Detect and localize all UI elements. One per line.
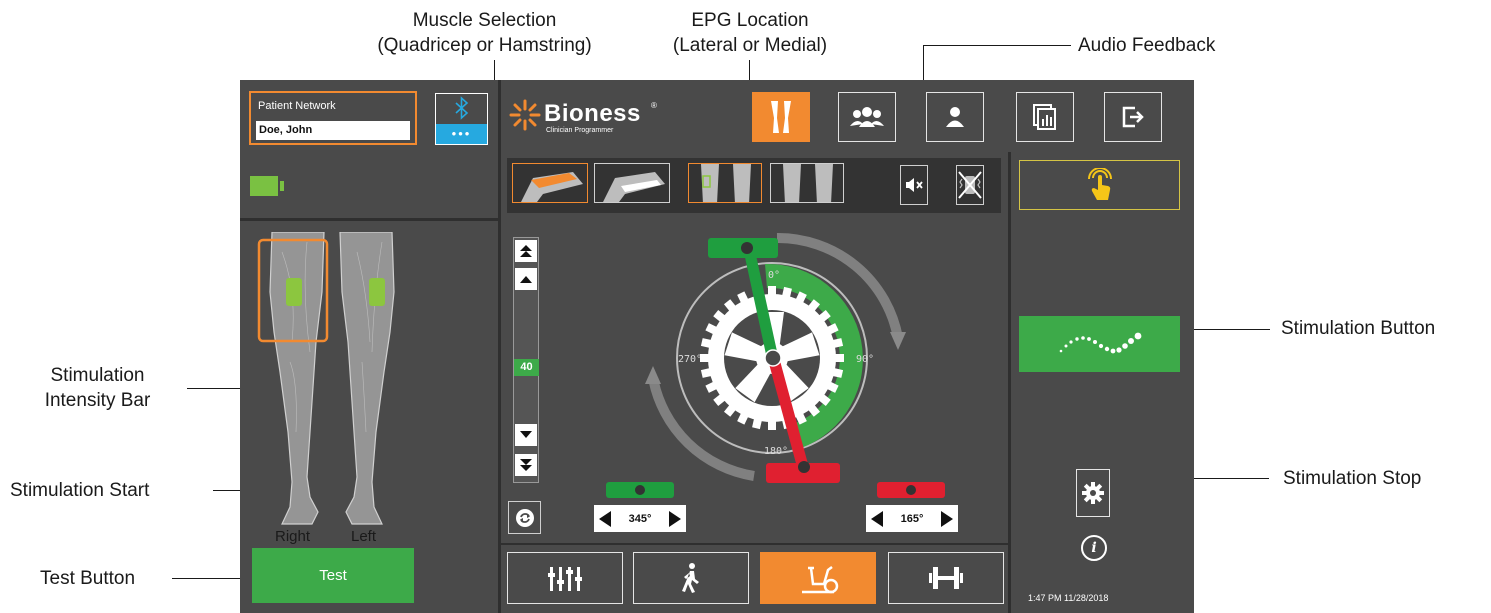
logo-name: Bioness xyxy=(544,100,641,127)
legs-illustration[interactable] xyxy=(252,232,412,532)
up-icon xyxy=(520,276,532,283)
leg-label-right: Right xyxy=(275,528,311,545)
exit-icon xyxy=(1122,106,1144,128)
start-angle-increase-icon[interactable] xyxy=(668,510,681,527)
double-up-icon xyxy=(520,245,532,257)
sliders-icon xyxy=(548,567,582,591)
cycle-diagram[interactable]: 0° 90° 180° 270° xyxy=(620,228,920,493)
test-button[interactable]: Test xyxy=(252,548,414,603)
battery-tip xyxy=(280,181,284,191)
epg-lateral-icon xyxy=(701,164,751,202)
nav-group-button[interactable] xyxy=(838,92,896,142)
walking-icon xyxy=(682,563,699,593)
callout-stimulation-start: Stimulation Start xyxy=(10,480,150,501)
stimulation-start-angle[interactable]: 345° xyxy=(594,505,686,532)
epg-medial-icon xyxy=(783,164,833,202)
user-icon xyxy=(946,107,964,127)
epg-lateral-button[interactable] xyxy=(688,163,762,203)
start-angle-decrease-icon[interactable] xyxy=(599,510,611,527)
stimulation-button[interactable] xyxy=(1019,316,1180,372)
left-panel-divider xyxy=(498,80,501,613)
callout-test-button: Test Button xyxy=(40,568,136,589)
group-icon xyxy=(850,107,884,127)
bottom-nav-hline xyxy=(501,543,1008,545)
info-button[interactable]: i xyxy=(1081,535,1107,561)
muscle-quadricep-button[interactable] xyxy=(512,163,588,203)
callout-stimulation-stop: Stimulation Stop xyxy=(1283,468,1422,489)
quadricep-icon xyxy=(521,172,583,202)
intensity-level-value: 40 xyxy=(514,359,539,376)
muscle-hamstring-button[interactable] xyxy=(594,163,670,203)
callout-stimulation-intensity-bar: Stimulation Intensity Bar xyxy=(44,365,151,411)
patient-network-label: Patient Network xyxy=(258,100,336,112)
bluetooth-button[interactable]: ••• xyxy=(435,93,488,145)
double-down-icon xyxy=(520,459,532,471)
vibration-toggle-button[interactable] xyxy=(956,165,984,205)
mode-walking-button[interactable] xyxy=(633,552,749,604)
legs-icon xyxy=(771,101,791,133)
logo-registered: ® xyxy=(651,101,657,110)
timestamp: 1:47 PM 11/28/2018 xyxy=(1028,593,1109,603)
angle-label-bottom: 180° xyxy=(764,446,788,457)
stimulation-stop-indicator xyxy=(877,482,945,498)
touch-icon xyxy=(1087,168,1112,200)
start-angle-value: 345° xyxy=(628,512,652,525)
refresh-icon xyxy=(515,508,534,527)
audio-mute-button[interactable] xyxy=(900,165,928,205)
gear-icon xyxy=(1082,482,1104,504)
bluetooth-dots: ••• xyxy=(451,126,472,141)
patient-network-field[interactable]: Doe, John xyxy=(256,121,410,140)
callout-epg-location: EPG Location (Lateral or Medial) xyxy=(672,10,828,56)
stimulation-wave-icon xyxy=(1059,332,1141,354)
reset-cycle-button[interactable] xyxy=(508,501,541,534)
leg-label-left: Left xyxy=(351,528,377,545)
logo-mark-icon xyxy=(509,99,541,131)
mode-bike-button[interactable] xyxy=(760,552,876,604)
epg-medial-button[interactable] xyxy=(770,163,844,203)
angle-label-top: 0° xyxy=(768,270,780,281)
report-icon xyxy=(1033,104,1056,130)
angle-label-right: 90° xyxy=(856,354,874,365)
stop-angle-value: 165° xyxy=(900,512,924,525)
electrode-right xyxy=(286,278,302,306)
bluetooth-icon xyxy=(455,96,469,120)
down-icon xyxy=(520,431,532,438)
logo-subtitle: Clinician Programmer xyxy=(546,127,614,134)
mode-settings-button[interactable] xyxy=(507,552,623,604)
touch-control-button[interactable] xyxy=(1019,160,1180,210)
callout-line-audio-h xyxy=(923,45,1071,46)
hamstring-icon xyxy=(603,172,665,202)
stimulation-stop-angle[interactable]: 165° xyxy=(866,505,958,532)
nav-user-button[interactable] xyxy=(926,92,984,142)
crank-hub xyxy=(764,349,782,367)
callout-audio-feedback: Audio Feedback xyxy=(1078,35,1216,56)
nav-legs-button[interactable] xyxy=(752,92,810,142)
stimulation-start-indicator xyxy=(606,482,674,498)
settings-button[interactable] xyxy=(1076,469,1110,517)
bike-icon xyxy=(802,566,839,594)
mute-icon xyxy=(906,178,923,192)
intensity-up-button[interactable] xyxy=(515,268,537,290)
right-panel-divider xyxy=(1008,152,1011,613)
mode-strength-button[interactable] xyxy=(888,552,1004,604)
dumbbell-icon xyxy=(929,567,963,589)
left-panel-hline xyxy=(240,218,498,221)
nav-report-button[interactable] xyxy=(1016,92,1074,142)
angle-label-left: 270° xyxy=(678,354,702,365)
intensity-down-button[interactable] xyxy=(515,424,537,446)
patient-network-box: Patient Network Doe, John xyxy=(249,91,417,145)
vibration-off-icon xyxy=(958,171,982,199)
intensity-min-down-button[interactable] xyxy=(515,454,537,476)
callout-stimulation-button: Stimulation Button xyxy=(1281,318,1436,339)
battery-icon xyxy=(250,176,278,196)
intensity-max-up-button[interactable] xyxy=(515,240,537,262)
stop-angle-decrease-icon[interactable] xyxy=(871,510,883,527)
stop-angle-increase-icon[interactable] xyxy=(940,510,953,527)
electrode-left xyxy=(369,278,385,306)
callout-muscle-selection: Muscle Selection (Quadricep or Hamstring… xyxy=(377,10,592,56)
nav-exit-button[interactable] xyxy=(1104,92,1162,142)
